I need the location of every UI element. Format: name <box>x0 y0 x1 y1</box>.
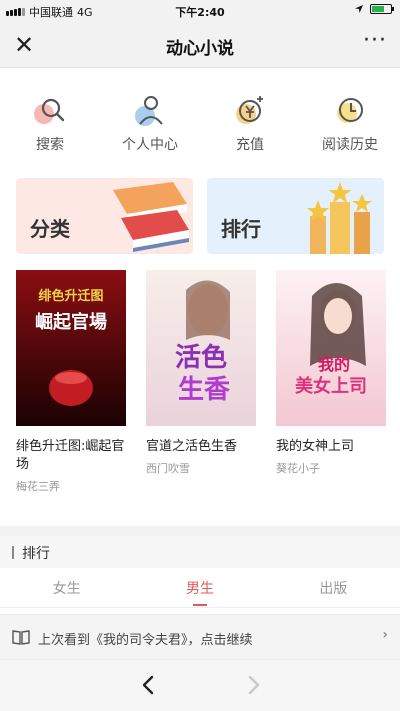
close-icon[interactable]: ✕ <box>10 31 38 59</box>
user-icon <box>135 96 163 126</box>
quick-menu: 搜索 个人中心 充值 阅读历史 <box>0 84 400 162</box>
category-card-label: 分类 <box>30 217 70 241</box>
recharge-coin-icon <box>236 96 263 124</box>
books-stack-icon <box>113 182 189 252</box>
tab-publish[interactable]: 出版 <box>267 568 400 607</box>
cover-text: 生香 <box>178 375 230 405</box>
category-cards: 分类 排行 <box>16 178 384 254</box>
quick-label-user-center: 个人中心 <box>122 137 178 153</box>
quick-item-history[interactable]: 阅读历史 <box>300 84 400 162</box>
book-cover[interactable]: 活色 生香 <box>146 270 256 426</box>
book-item[interactable]: 活色 生香 官道之活色生香 西门吹雪 <box>146 270 256 510</box>
quick-item-user-center[interactable]: 个人中心 <box>100 84 200 162</box>
tab-male[interactable]: 男生 <box>133 568 266 607</box>
search-icon <box>34 98 65 124</box>
book-author: 葵花小子 <box>276 462 320 475</box>
continue-reading-bar[interactable]: 上次看到《我的司令夫君》，点击继续 › <box>0 614 400 660</box>
book-cover[interactable]: 我的 美女上司 <box>276 270 386 426</box>
quick-label-search: 搜索 <box>36 137 64 153</box>
section-marker <box>12 546 14 559</box>
ranking-card-label: 排行 <box>221 217 261 241</box>
ranking-tabs: 女生 男生 出版 <box>0 568 400 608</box>
book-title[interactable]: 官道之活色生香 <box>146 438 256 456</box>
book-open-icon <box>12 630 30 645</box>
ranking-section-header: 排行 <box>0 536 400 568</box>
more-dots-icon[interactable]: ··· <box>360 30 390 58</box>
book-item[interactable]: 绯色升迁图 崛起官場 绯色升迁图:崛起官场 梅花三弄 <box>16 270 126 510</box>
section-divider <box>0 526 400 536</box>
battery-icon <box>370 4 394 14</box>
book-cover[interactable]: 绯色升迁图 崛起官場 <box>16 270 126 426</box>
nav-bar: ✕ 动心小说 ··· <box>0 22 400 68</box>
location-icon <box>355 5 363 13</box>
quick-item-search[interactable]: 搜索 <box>0 84 100 162</box>
page-title: 动心小说 <box>166 39 234 59</box>
chevron-right-icon: › <box>382 627 388 643</box>
tab-female[interactable]: 女生 <box>0 568 133 607</box>
cover-text: 绯色升迁图 <box>38 288 103 304</box>
podium-stars-icon <box>307 182 372 254</box>
book-title[interactable]: 我的女神上司 <box>276 438 386 456</box>
quick-item-recharge[interactable]: 充值 <box>200 84 300 162</box>
book-list: 绯色升迁图 崛起官場 绯色升迁图:崛起官场 梅花三弄 活色 生香 官道之活色生香… <box>16 270 386 510</box>
quick-label-history: 阅读历史 <box>322 137 378 153</box>
forward-arrow-icon[interactable] <box>240 672 266 698</box>
browser-toolbar <box>0 660 400 711</box>
status-time: 下午2:40 <box>175 6 225 19</box>
cover-text: 崛起官場 <box>35 311 107 333</box>
clock-icon <box>337 98 363 123</box>
book-author: 梅花三弄 <box>16 480 60 493</box>
book-item[interactable]: 我的 美女上司 我的女神上司 葵花小子 <box>276 270 386 510</box>
cover-text: 我的 <box>318 355 350 374</box>
ranking-card[interactable]: 排行 <box>207 178 384 254</box>
back-arrow-icon[interactable] <box>136 672 162 698</box>
continue-reading-text: 上次看到《我的司令夫君》，点击继续 <box>38 633 253 648</box>
cover-text: 活色 <box>175 342 227 373</box>
book-author: 西门吹雪 <box>146 462 190 475</box>
quick-label-recharge: 充值 <box>236 137 264 153</box>
cover-text: 美女上司 <box>295 375 367 397</box>
status-bar: 中国联通 4G 下午2:40 <box>0 0 400 22</box>
section-title: 排行 <box>22 546 50 562</box>
book-title[interactable]: 绯色升迁图:崛起官场 <box>16 438 126 474</box>
category-card[interactable]: 分类 <box>16 178 193 254</box>
